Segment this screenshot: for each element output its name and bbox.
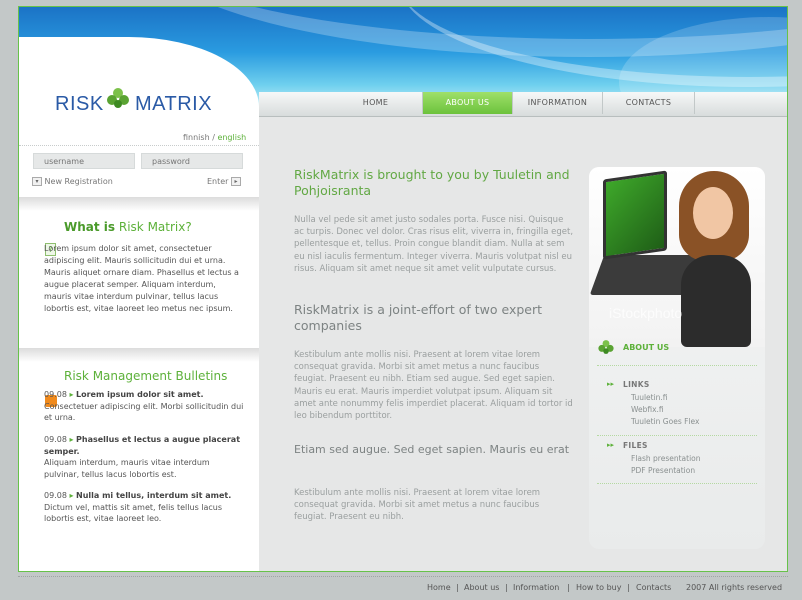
footer-separator: | (627, 583, 630, 592)
divider (597, 483, 757, 484)
lang-english[interactable]: english (217, 133, 246, 142)
panel-separator (19, 348, 259, 362)
bulletin-item[interactable]: 09.08 ▸ Lorem ipsum dolor sit amet. Cons… (44, 389, 244, 424)
nav-information[interactable]: INFORMATION (513, 92, 603, 114)
nav-contacts[interactable]: CONTACTS (603, 92, 695, 114)
main-paragraph-1: Nulla vel pede sit amet justo sodales po… (294, 215, 574, 274)
enter-button[interactable]: Enter ▸ (207, 177, 242, 186)
sidebar: RISK MATRIX finnish / english ▾ New Regi… (19, 37, 259, 571)
chevron-down-icon: ▾ (32, 177, 42, 186)
footer: Home | About us | Information | How to b… (18, 576, 788, 598)
divider (19, 145, 259, 146)
nav-home[interactable]: HOME (329, 92, 423, 114)
bulletin-date: 09.08 (44, 390, 67, 399)
photo-watermark: iStockphoto (609, 305, 683, 321)
person-face (693, 187, 733, 239)
nav-about-us[interactable]: ABOUT US (423, 92, 513, 114)
logo-mark-icon (107, 88, 129, 108)
file-flash-presentation[interactable]: Flash presentation (631, 454, 701, 463)
lang-separator: / (212, 133, 215, 142)
bulletin-text: Aliquam interdum, mauris vitae interdum … (44, 458, 210, 479)
bulletin-date: 09.08 (44, 435, 67, 444)
what-is-title-suffix: Risk Matrix? (118, 220, 192, 234)
link-webfix[interactable]: Webfix.fi (631, 405, 664, 414)
footer-separator: | (505, 583, 508, 592)
link-tuuletin-goes-flex[interactable]: Tuuletin Goes Flex (631, 417, 699, 426)
bulletin-headline: Phasellus et lectus a augue placerat sem… (44, 435, 241, 456)
bulletin-headline: Lorem ipsum dolor sit amet. (76, 390, 204, 399)
bulletin-text: Dictum vel, mattis sit amet, felis tellu… (44, 502, 223, 524)
bulletin-item[interactable]: 09.08 ▸ Phasellus et lectus a augue plac… (44, 434, 244, 480)
footer-link-contacts[interactable]: Contacts (636, 583, 671, 592)
person-body (681, 255, 751, 347)
what-is-title: What is Risk Matrix? (64, 220, 192, 234)
main-heading-3: Etiam sed augue. Sed eget sapien. Mauris… (294, 443, 570, 456)
main-paragraph-2: Kestibulum ante mollis nisi. Praesent at… (294, 350, 573, 422)
new-registration-link[interactable]: ▾ New Registration (32, 177, 113, 186)
right-info-panel: iStockphoto ABOUT US ▸▸ LINKS Tuuletin.f… (589, 167, 765, 549)
divider (597, 365, 757, 366)
logo-mark-icon (598, 340, 614, 354)
arrow-right-icon: ▸▸ (607, 441, 615, 449)
username-input[interactable] (33, 153, 135, 169)
about-us-bar[interactable]: ABOUT US (589, 335, 765, 361)
footer-link-information[interactable]: Information (513, 583, 559, 592)
what-is-title-prefix: What is (64, 220, 116, 234)
copyright: 2007 All rights reserved (686, 583, 783, 592)
footer-link-about-us[interactable]: About us (464, 583, 499, 592)
bulletin-text: Consectetuer adipiscing elit. Morbi soll… (44, 401, 244, 423)
main-nav: HOME ABOUT US INFORMATION CONTACTS (259, 92, 787, 117)
main-paragraph-3: Kestibulum ante mollis nisi. Praesent at… (294, 488, 541, 523)
footer-separator: | (567, 583, 570, 592)
chevron-right-icon: ▸ (231, 177, 242, 186)
files-heading: FILES (623, 441, 648, 450)
link-tuuletin[interactable]: Tuuletin.fi (631, 393, 668, 402)
main-heading-1: RiskMatrix is brought to you by Tuuletin… (294, 167, 570, 198)
what-is-text: Lorem ipsum dolor sit amet, consectetuer… (44, 244, 239, 313)
arrow-right-icon: ▸ (69, 491, 74, 500)
language-switch: finnish / english (183, 133, 246, 142)
bulletin-headline: Nulla mi tellus, interdum sit amet. (76, 491, 232, 500)
main-heading-2: RiskMatrix is a joint-effort of two expe… (294, 302, 543, 333)
lang-finnish[interactable]: finnish (183, 133, 210, 142)
logo-text-left: RISK (55, 93, 104, 115)
file-pdf-presentation[interactable]: PDF Presentation (631, 466, 695, 475)
enter-label: Enter (207, 177, 229, 186)
arrow-right-icon: ▸ (69, 390, 74, 399)
password-input[interactable] (141, 153, 243, 169)
bulletin-item[interactable]: 09.08 ▸ Nulla mi tellus, interdum sit am… (44, 490, 244, 525)
footer-link-home[interactable]: Home (427, 583, 451, 592)
arrow-right-icon: ▸ (69, 435, 74, 444)
laptop-screen (603, 170, 667, 260)
bulletin-date: 09.08 (44, 491, 67, 500)
arrow-right-icon: ▸▸ (607, 380, 615, 388)
footer-link-how-to-buy[interactable]: How to buy (576, 583, 621, 592)
footer-separator: | (456, 583, 459, 592)
hero-photo: iStockphoto (589, 167, 765, 347)
divider (597, 435, 757, 436)
logo-text-right: MATRIX (135, 93, 213, 115)
new-registration-label: New Registration (44, 177, 113, 186)
page-frame: HOME ABOUT US INFORMATION CONTACTS RISK … (18, 6, 788, 572)
about-us-label: ABOUT US (623, 343, 670, 352)
panel-separator (19, 197, 259, 211)
bulletins-title: Risk Management Bulletins (64, 369, 228, 383)
links-heading: LINKS (623, 380, 650, 389)
